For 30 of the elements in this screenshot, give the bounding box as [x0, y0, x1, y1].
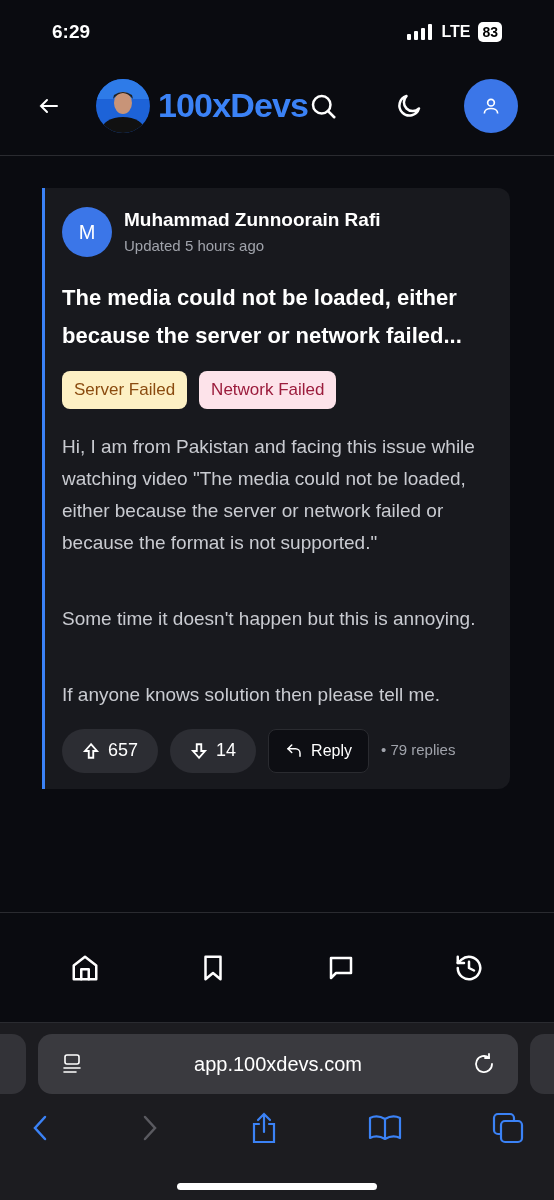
post-paragraph: Hi, I am from Pakistan and facing this issue while watching video "The media could not be loaded, either because the server or network failed or because the format is not supported." [62, 434, 476, 555]
brand-logo[interactable]: 100xDevs [157, 80, 309, 131]
reply-icon [285, 741, 304, 760]
clock: 6:29 [52, 19, 91, 44]
book-icon[interactable] [368, 1114, 402, 1142]
post-paragraph: If anyone knows solution then please tell me. [62, 682, 442, 707]
arrow-down-icon [190, 741, 209, 760]
downvote-button[interactable]: 14 [170, 728, 257, 773]
battery-level: 83 [478, 22, 502, 42]
author-name[interactable]: Muhammad Zunnoorain Rafi [124, 206, 381, 235]
arrow-up-icon [82, 741, 100, 760]
reply-count: • 79 replies [381, 740, 456, 761]
signal-icon [407, 24, 434, 40]
history-icon[interactable] [454, 952, 484, 983]
tabs-icon[interactable] [492, 1112, 524, 1144]
reader-icon[interactable] [60, 1052, 84, 1076]
network-label: LTE [441, 22, 471, 42]
reload-icon[interactable] [472, 1052, 496, 1076]
tag: Server Failed [62, 371, 188, 409]
author-avatar: M [62, 206, 112, 257]
profile-button[interactable] [464, 78, 518, 133]
post-paragraph: Some time it doesn't happen but this is annoying. [62, 606, 477, 631]
upvote-button[interactable]: 657 [62, 728, 159, 773]
post-title: The media could not be loaded, either because the server or network failed... [62, 284, 463, 350]
address-bar[interactable]: app.100xdevs.com [38, 1034, 518, 1094]
url-text: app.100xdevs.com [193, 1052, 363, 1077]
share-icon[interactable] [250, 1112, 278, 1144]
updated-time: Updated 5 hours ago [124, 235, 266, 256]
tag: Network Failed [199, 371, 337, 409]
reply-button[interactable]: Reply [268, 728, 369, 773]
